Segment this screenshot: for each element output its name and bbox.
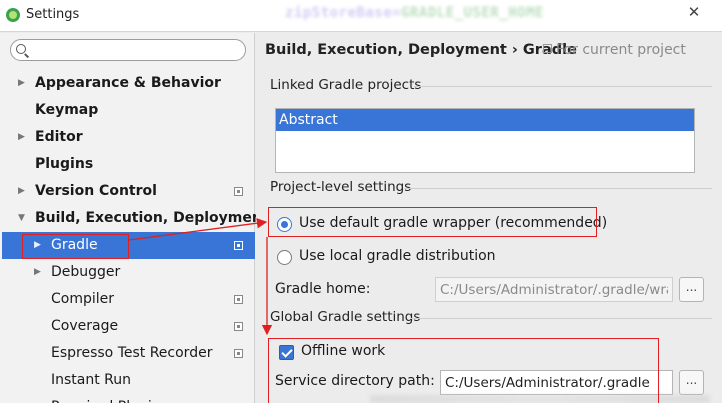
local-distribution-radio[interactable]: [277, 250, 292, 265]
sidebar-item-label: Espresso Test Recorder: [51, 345, 213, 361]
separator: [414, 86, 712, 87]
sidebar-item-build-execution-deployment[interactable]: ▼ Build, Execution, Deployment: [0, 205, 269, 232]
local-distribution-label: Use local gradle distribution: [299, 248, 496, 264]
sidebar-item-instant-run[interactable]: Instant Run: [0, 367, 255, 394]
project-level-title: Project-level settings: [270, 179, 412, 195]
global-settings-title: Global Gradle settings: [270, 309, 421, 325]
gradle-home-label: Gradle home:: [275, 281, 371, 297]
annotation-box-offline: [268, 338, 659, 403]
sidebar-item-label: Compiler: [51, 291, 115, 307]
linked-projects-title: Linked Gradle projects: [270, 77, 422, 93]
annotation-box-wrapper: [268, 207, 597, 237]
sidebar-item-label: Version Control: [35, 183, 157, 199]
sidebar-item-label: Coverage: [51, 318, 119, 334]
chevron-right-icon[interactable]: ▶: [18, 178, 25, 205]
close-button[interactable]: ✕: [672, 2, 716, 24]
service-directory-browse-button[interactable]: ...: [679, 370, 704, 395]
android-studio-icon: [6, 8, 20, 22]
sidebar-item-coverage[interactable]: Coverage: [0, 313, 255, 340]
sidebar-item-debugger[interactable]: ▶ Debugger: [0, 259, 255, 286]
sidebar-item-plugins[interactable]: Plugins: [0, 151, 255, 178]
sidebar-item-required-plugins[interactable]: Required Plugins: [0, 394, 255, 403]
project-scope-icon: [543, 44, 552, 53]
sidebar-item-label: Instant Run: [51, 372, 132, 388]
settings-sidebar: ▶ Appearance & Behavior Keymap ▶ Editor Plugi…: [0, 33, 269, 403]
sidebar-item-label: Editor: [35, 129, 83, 145]
chevron-right-icon[interactable]: ▶: [18, 70, 25, 97]
sidebar-item-label: Build, Execution, Deployment: [35, 210, 269, 226]
search-box[interactable]: [10, 39, 246, 61]
separator: [404, 188, 712, 189]
sidebar-item-label: Plugins: [35, 156, 94, 172]
title-bar: Settings zipStoreBase=GRADLE_USER_HOME ✕: [0, 0, 722, 32]
chevron-right-icon[interactable]: ▶: [18, 124, 25, 151]
sidebar-item-label: Debugger: [51, 264, 121, 280]
sidebar-item-editor[interactable]: ▶ Editor: [0, 124, 255, 151]
search-icon: [16, 44, 26, 54]
linked-projects-list[interactable]: Abstract: [275, 108, 695, 173]
sidebar-item-keymap[interactable]: Keymap: [0, 97, 255, 124]
sidebar-item-version-control[interactable]: ▶ Version Control: [0, 178, 255, 205]
separator: [410, 318, 712, 319]
breadcrumb: Build, Execution, Deployment › Gradle: [265, 42, 577, 58]
scope-label: For current project: [543, 42, 686, 58]
chevron-right-icon[interactable]: ▶: [34, 259, 41, 286]
gradle-home-browse-button[interactable]: ...: [679, 277, 704, 302]
sidebar-item-espresso-test-recorder[interactable]: Espresso Test Recorder: [0, 340, 255, 367]
project-scope-icon: [234, 241, 243, 250]
annotation-box-gradle: [22, 234, 129, 259]
sidebar-item-appearance-behavior[interactable]: ▶ Appearance & Behavior: [0, 70, 255, 97]
sidebar-item-compiler[interactable]: Compiler: [0, 286, 255, 313]
search-input[interactable]: [33, 41, 241, 59]
project-scope-icon: [234, 349, 243, 358]
chevron-down-icon[interactable]: ▼: [18, 205, 25, 232]
sidebar-item-label: Required Plugins: [51, 394, 168, 403]
sidebar-item-label: Keymap: [35, 102, 99, 118]
list-item[interactable]: Abstract: [276, 109, 694, 131]
project-scope-icon: [234, 322, 243, 331]
project-scope-icon: [234, 187, 243, 196]
gradle-home-field[interactable]: [435, 277, 673, 302]
window-title: Settings: [26, 7, 80, 22]
blurred-background-text: zipStoreBase=GRADLE_USER_HOME: [285, 5, 544, 21]
sidebar-item-label: Appearance & Behavior: [35, 75, 221, 91]
project-scope-icon: [234, 295, 243, 304]
